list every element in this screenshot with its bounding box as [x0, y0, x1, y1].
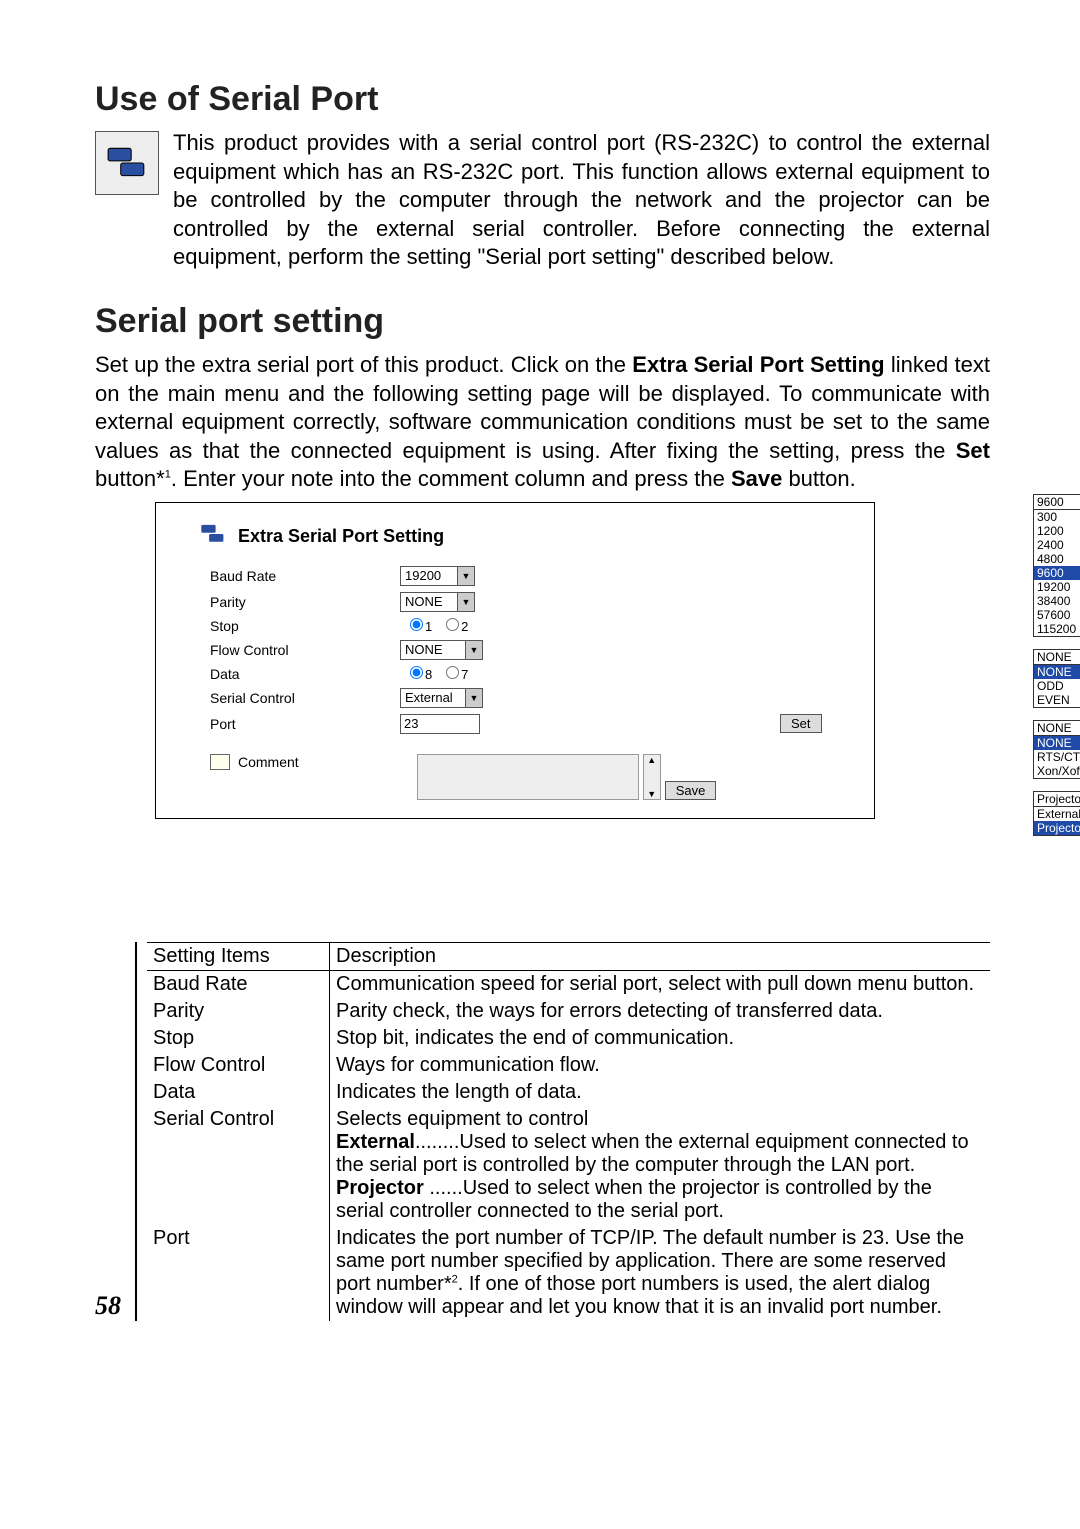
- intro-paragraph: This product provides with a serial cont…: [173, 129, 990, 272]
- panel-title: Extra Serial Port Setting: [238, 526, 444, 547]
- select-parity[interactable]: NONE▼: [400, 592, 475, 612]
- dropdown-parity-options: NONE▼ NONE ODD EVEN: [1033, 649, 1080, 708]
- label-data: Data: [180, 666, 400, 682]
- dropdown-flow-options: NONE▼ NONE RTS/CTS Xon/Xoff: [1033, 720, 1080, 779]
- table-row: ParityParity check, the ways for errors …: [147, 998, 990, 1025]
- table-header-description: Description: [330, 942, 991, 970]
- heading-use-serial-port: Use of Serial Port: [95, 80, 990, 119]
- table-row: Baud RateCommunication speed for serial …: [147, 970, 990, 998]
- table-header-items: Setting Items: [147, 942, 330, 970]
- radio-stop[interactable]: 1 2: [400, 618, 468, 634]
- panel-serial-icon: [200, 521, 226, 552]
- comment-textarea[interactable]: [417, 754, 639, 800]
- page-number: 58: [95, 1291, 135, 1321]
- serial-port-icon: [95, 131, 159, 195]
- select-baud-rate[interactable]: 19200▼: [400, 566, 475, 586]
- table-row-serial-control: Serial Control Selects equipment to cont…: [147, 1106, 990, 1225]
- radio-data[interactable]: 8 7: [400, 666, 468, 682]
- radio-stop-1[interactable]: [410, 618, 423, 631]
- chevron-down-icon: ▼: [465, 689, 482, 707]
- save-button[interactable]: Save: [665, 781, 717, 800]
- label-parity: Parity: [180, 594, 400, 610]
- select-serial-control[interactable]: External▼: [400, 688, 483, 708]
- dropdown-serial-control-options: Projector▼ External Projector: [1033, 791, 1080, 836]
- settings-description-table: Setting Items Description Baud RateCommu…: [147, 942, 990, 1321]
- chevron-down-icon: ▼: [457, 567, 474, 585]
- setting-paragraph: Set up the extra serial port of this pro…: [95, 351, 990, 494]
- table-row: DataIndicates the length of data.: [147, 1079, 990, 1106]
- radio-data-7[interactable]: [446, 666, 459, 679]
- comment-icon: [210, 754, 230, 770]
- chevron-down-icon: ▼: [457, 593, 474, 611]
- scrollbar[interactable]: ▲▼: [643, 754, 661, 800]
- label-port: Port: [180, 716, 400, 732]
- dropdown-baud-options: 9600▼ 300 1200 2400 4800 9600 19200 3840…: [1033, 494, 1080, 637]
- radio-stop-2[interactable]: [446, 618, 459, 631]
- label-serial-control: Serial Control: [180, 690, 400, 706]
- table-row: StopStop bit, indicates the end of commu…: [147, 1025, 990, 1052]
- table-row: Flow ControlWays for communication flow.: [147, 1052, 990, 1079]
- radio-data-8[interactable]: [410, 666, 423, 679]
- serial-port-panel-screenshot: Extra Serial Port Setting Baud Rate 1920…: [155, 502, 990, 942]
- heading-serial-port-setting: Serial port setting: [95, 302, 990, 341]
- select-flow-control[interactable]: NONE▼: [400, 640, 483, 660]
- chevron-down-icon: ▼: [465, 641, 482, 659]
- label-stop: Stop: [180, 618, 400, 634]
- table-row-port: Port Indicates the port number of TCP/IP…: [147, 1225, 990, 1321]
- label-flow-control: Flow Control: [180, 642, 400, 658]
- label-comment: Comment: [238, 754, 299, 770]
- label-baud-rate: Baud Rate: [180, 568, 400, 584]
- input-port[interactable]: 23: [400, 714, 480, 734]
- set-button[interactable]: Set: [780, 714, 822, 733]
